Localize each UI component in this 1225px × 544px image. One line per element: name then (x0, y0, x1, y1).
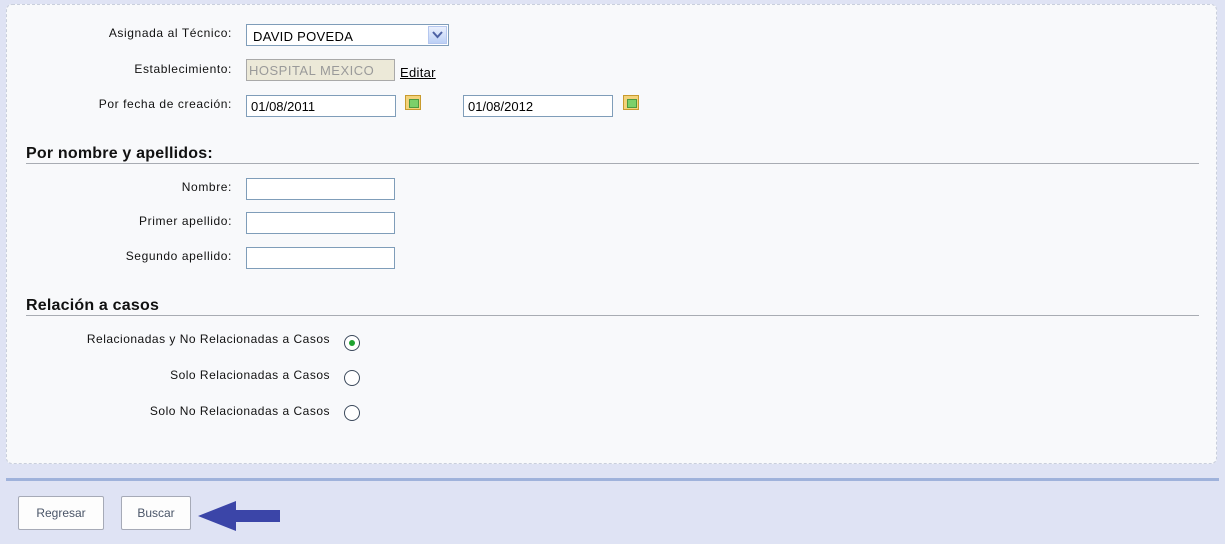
establecimiento-label: Establecimiento: (134, 62, 232, 76)
segundo-apellido-label: Segundo apellido: (125, 249, 232, 263)
fecha-hasta-input[interactable] (463, 95, 613, 117)
nombre-label: Nombre: (181, 180, 232, 194)
primer-apellido-label: Primer apellido: (139, 214, 232, 228)
segundo-apellido-input[interactable] (246, 247, 395, 269)
chevron-down-icon[interactable] (428, 26, 447, 44)
arrow-left-icon (198, 501, 280, 531)
footer-divider (6, 478, 1219, 481)
fecha-label: Por fecha de creación: (98, 97, 232, 111)
buscar-button[interactable]: Buscar (121, 496, 191, 530)
tecnico-label: Asignada al Técnico: (108, 26, 232, 40)
section-divider (26, 315, 1199, 316)
regresar-button[interactable]: Regresar (18, 496, 104, 530)
section-divider (26, 163, 1199, 164)
nombre-input[interactable] (246, 178, 395, 200)
tecnico-select[interactable]: DAVID POVEDA (246, 24, 449, 46)
primer-apellido-input[interactable] (246, 212, 395, 234)
fecha-desde-input[interactable] (246, 95, 396, 117)
relacion-option-label: Solo No Relacionadas a Casos (149, 404, 330, 418)
editar-link[interactable]: Editar (400, 65, 436, 80)
nombre-section-title: Por nombre y apellidos: (26, 145, 213, 162)
establecimiento-field (246, 59, 395, 81)
relacion-solo-radio[interactable] (344, 370, 360, 386)
calendar-icon[interactable] (405, 95, 421, 110)
calendar-icon[interactable] (623, 95, 639, 110)
relacion-all-radio[interactable] (344, 335, 360, 351)
relacion-option-label: Relacionadas y No Relacionadas a Casos (86, 332, 330, 346)
relacion-section-title: Relación a casos (26, 297, 160, 314)
tecnico-select-value: DAVID POVEDA (253, 29, 354, 44)
relacion-solo-no-radio[interactable] (344, 405, 360, 421)
relacion-option-label: Solo Relacionadas a Casos (170, 368, 330, 382)
